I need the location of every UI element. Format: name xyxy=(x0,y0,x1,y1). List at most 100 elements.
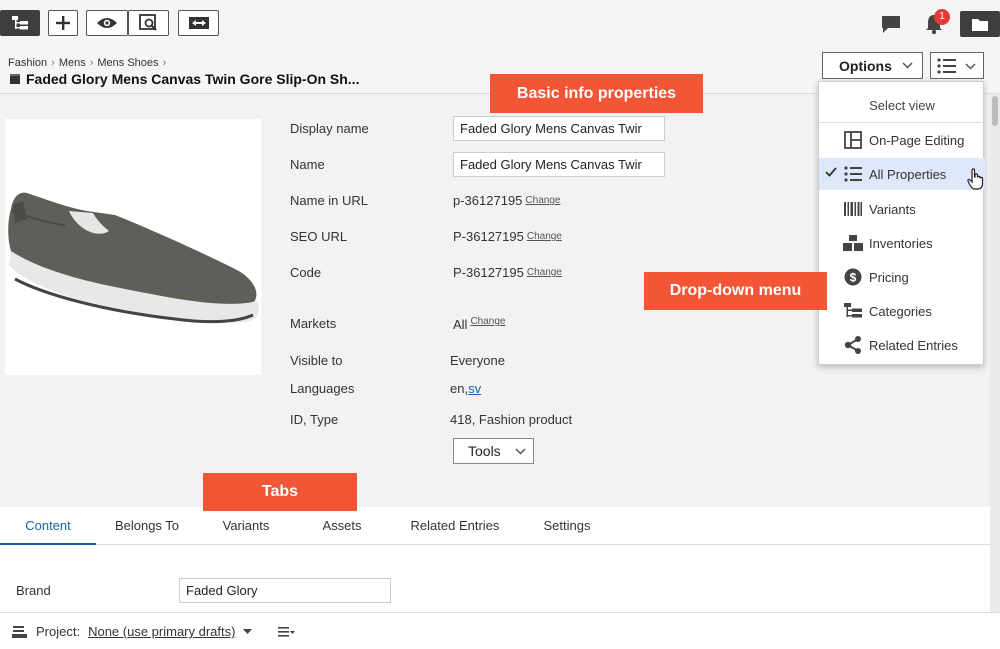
navigation-pane-button[interactable] xyxy=(0,10,40,36)
dropdown-divider xyxy=(819,122,985,123)
chevron-down-icon xyxy=(902,62,913,69)
select-view-dropdown: Select view On-Page Editing All Properti… xyxy=(818,81,985,365)
code-label: Code xyxy=(290,265,322,280)
dropdown-heading: Select view xyxy=(869,98,935,113)
id-type-value: 418, Fashion product xyxy=(450,412,573,427)
markets-value: All xyxy=(453,317,468,332)
seo-url-value: P-36127195 xyxy=(453,229,524,244)
caret-down-icon[interactable] xyxy=(243,628,253,635)
options-button[interactable]: Options xyxy=(822,52,923,79)
eye-icon xyxy=(97,18,117,28)
view-option-inventories[interactable]: Inventories xyxy=(819,227,985,259)
display-name-label: Display name xyxy=(290,121,369,136)
preview-search-icon xyxy=(138,14,157,31)
tools-dropdown-button[interactable]: Tools xyxy=(453,438,534,464)
plus-icon xyxy=(56,16,70,30)
seo-url-row: P-36127195 Change xyxy=(453,229,562,244)
project-selector[interactable]: None (use primary drafts) xyxy=(88,624,235,639)
chevron-right-icon: › xyxy=(51,57,55,69)
tab-content[interactable]: Content xyxy=(0,507,96,545)
callout-basic-info-properties: Basic info properties xyxy=(490,74,703,113)
layout-icon xyxy=(843,130,863,150)
brand-input[interactable]: Faded Glory xyxy=(179,578,391,603)
view-option-pricing[interactable]: $ Pricing xyxy=(819,261,985,293)
select-view-button[interactable] xyxy=(930,52,984,79)
tab-variants[interactable]: Variants xyxy=(200,507,292,545)
hand-cursor-icon xyxy=(967,168,984,190)
language-sv-link[interactable]: sv xyxy=(468,381,481,396)
name-in-url-label: Name in URL xyxy=(290,193,369,208)
chat-bubble-icon xyxy=(882,16,900,33)
language-en: en, xyxy=(450,381,469,396)
view-option-label: Variants xyxy=(869,201,916,217)
compare-icon xyxy=(188,17,209,29)
top-toolbar: 1 xyxy=(0,0,1000,46)
tree-icon xyxy=(843,301,863,321)
breadcrumb-item-fashion[interactable]: Fashion xyxy=(8,57,47,69)
name-in-url-row: p-36127195 Change xyxy=(453,193,560,208)
comments-button[interactable] xyxy=(878,11,904,37)
id-type-label: ID, Type xyxy=(290,412,339,427)
languages-label: Languages xyxy=(290,381,355,396)
options-label: Options xyxy=(839,57,892,74)
name-label: Name xyxy=(290,157,325,172)
barcode-icon xyxy=(843,199,863,219)
chevron-right-icon: › xyxy=(162,57,167,69)
breadcrumb: Fashion › Mens › Mens Shoes › xyxy=(8,57,166,69)
callout-tabs: Tabs xyxy=(203,473,357,511)
content-tab-panel: Brand Faded Glory xyxy=(0,545,990,612)
assets-pane-button[interactable] xyxy=(960,11,1000,37)
tab-related-entries[interactable]: Related Entries xyxy=(395,507,515,545)
preview-button[interactable] xyxy=(86,10,128,36)
view-settings-button[interactable] xyxy=(128,10,169,36)
view-option-all-properties[interactable]: All Properties xyxy=(819,158,985,190)
tree-icon xyxy=(12,16,28,30)
tab-settings[interactable]: Settings xyxy=(527,507,607,545)
breadcrumb-item-mens-shoes[interactable]: Mens Shoes xyxy=(97,57,158,69)
checkmark-icon xyxy=(825,167,837,177)
share-icon xyxy=(843,335,863,355)
page-title-text: Faded Glory Mens Canvas Twin Gore Slip-O… xyxy=(26,71,360,87)
product-icon xyxy=(10,74,20,84)
view-option-variants[interactable]: Variants xyxy=(819,193,985,225)
chevron-down-icon xyxy=(515,448,526,455)
project-menu-icon[interactable] xyxy=(278,626,296,638)
vertical-scrollbar[interactable] xyxy=(990,94,1000,613)
markets-row: All Change xyxy=(453,314,505,332)
callout-drop-down-menu: Drop-down menu xyxy=(644,272,827,310)
view-option-label: Categories xyxy=(869,303,932,319)
view-option-related-entries[interactable]: Related Entries xyxy=(819,329,985,361)
tools-label: Tools xyxy=(468,443,501,459)
view-option-label: Inventories xyxy=(869,235,933,251)
tab-assets[interactable]: Assets xyxy=(300,507,384,545)
boxes-icon xyxy=(843,233,863,253)
seo-url-change-link[interactable]: Change xyxy=(527,231,562,242)
code-row: P-36127195 Change xyxy=(453,265,562,280)
page-title: Faded Glory Mens Canvas Twin Gore Slip-O… xyxy=(9,71,359,87)
name-in-url-change-link[interactable]: Change xyxy=(525,195,560,206)
tab-bar: Content Belongs To Variants Assets Relat… xyxy=(0,507,990,545)
view-option-label: Related Entries xyxy=(869,337,958,353)
notifications-button[interactable]: 1 xyxy=(920,9,950,37)
project-label: Project: xyxy=(36,624,81,639)
name-input[interactable]: Faded Glory Mens Canvas Twir xyxy=(453,152,665,177)
chevron-down-icon xyxy=(965,63,976,70)
chevron-right-icon: › xyxy=(89,57,94,69)
markets-label: Markets xyxy=(290,316,337,331)
compare-button[interactable] xyxy=(178,10,219,36)
add-button[interactable] xyxy=(48,10,78,36)
name-in-url-value: p-36127195 xyxy=(453,193,523,208)
tab-belongs-to[interactable]: Belongs To xyxy=(100,507,194,545)
breadcrumb-item-mens[interactable]: Mens xyxy=(59,57,86,69)
code-value: P-36127195 xyxy=(453,265,524,280)
scrollbar-thumb[interactable] xyxy=(992,96,998,126)
project-bar: Project: None (use primary drafts) xyxy=(0,612,1000,649)
view-option-on-page-editing[interactable]: On-Page Editing xyxy=(819,124,985,156)
markets-change-link[interactable]: Change xyxy=(470,316,505,327)
list-icon xyxy=(937,58,956,74)
display-name-input[interactable]: Faded Glory Mens Canvas Twir xyxy=(453,116,665,141)
view-option-categories[interactable]: Categories xyxy=(819,295,985,327)
product-image xyxy=(5,119,261,375)
code-change-link[interactable]: Change xyxy=(527,267,562,278)
visible-to-label: Visible to xyxy=(290,353,343,368)
